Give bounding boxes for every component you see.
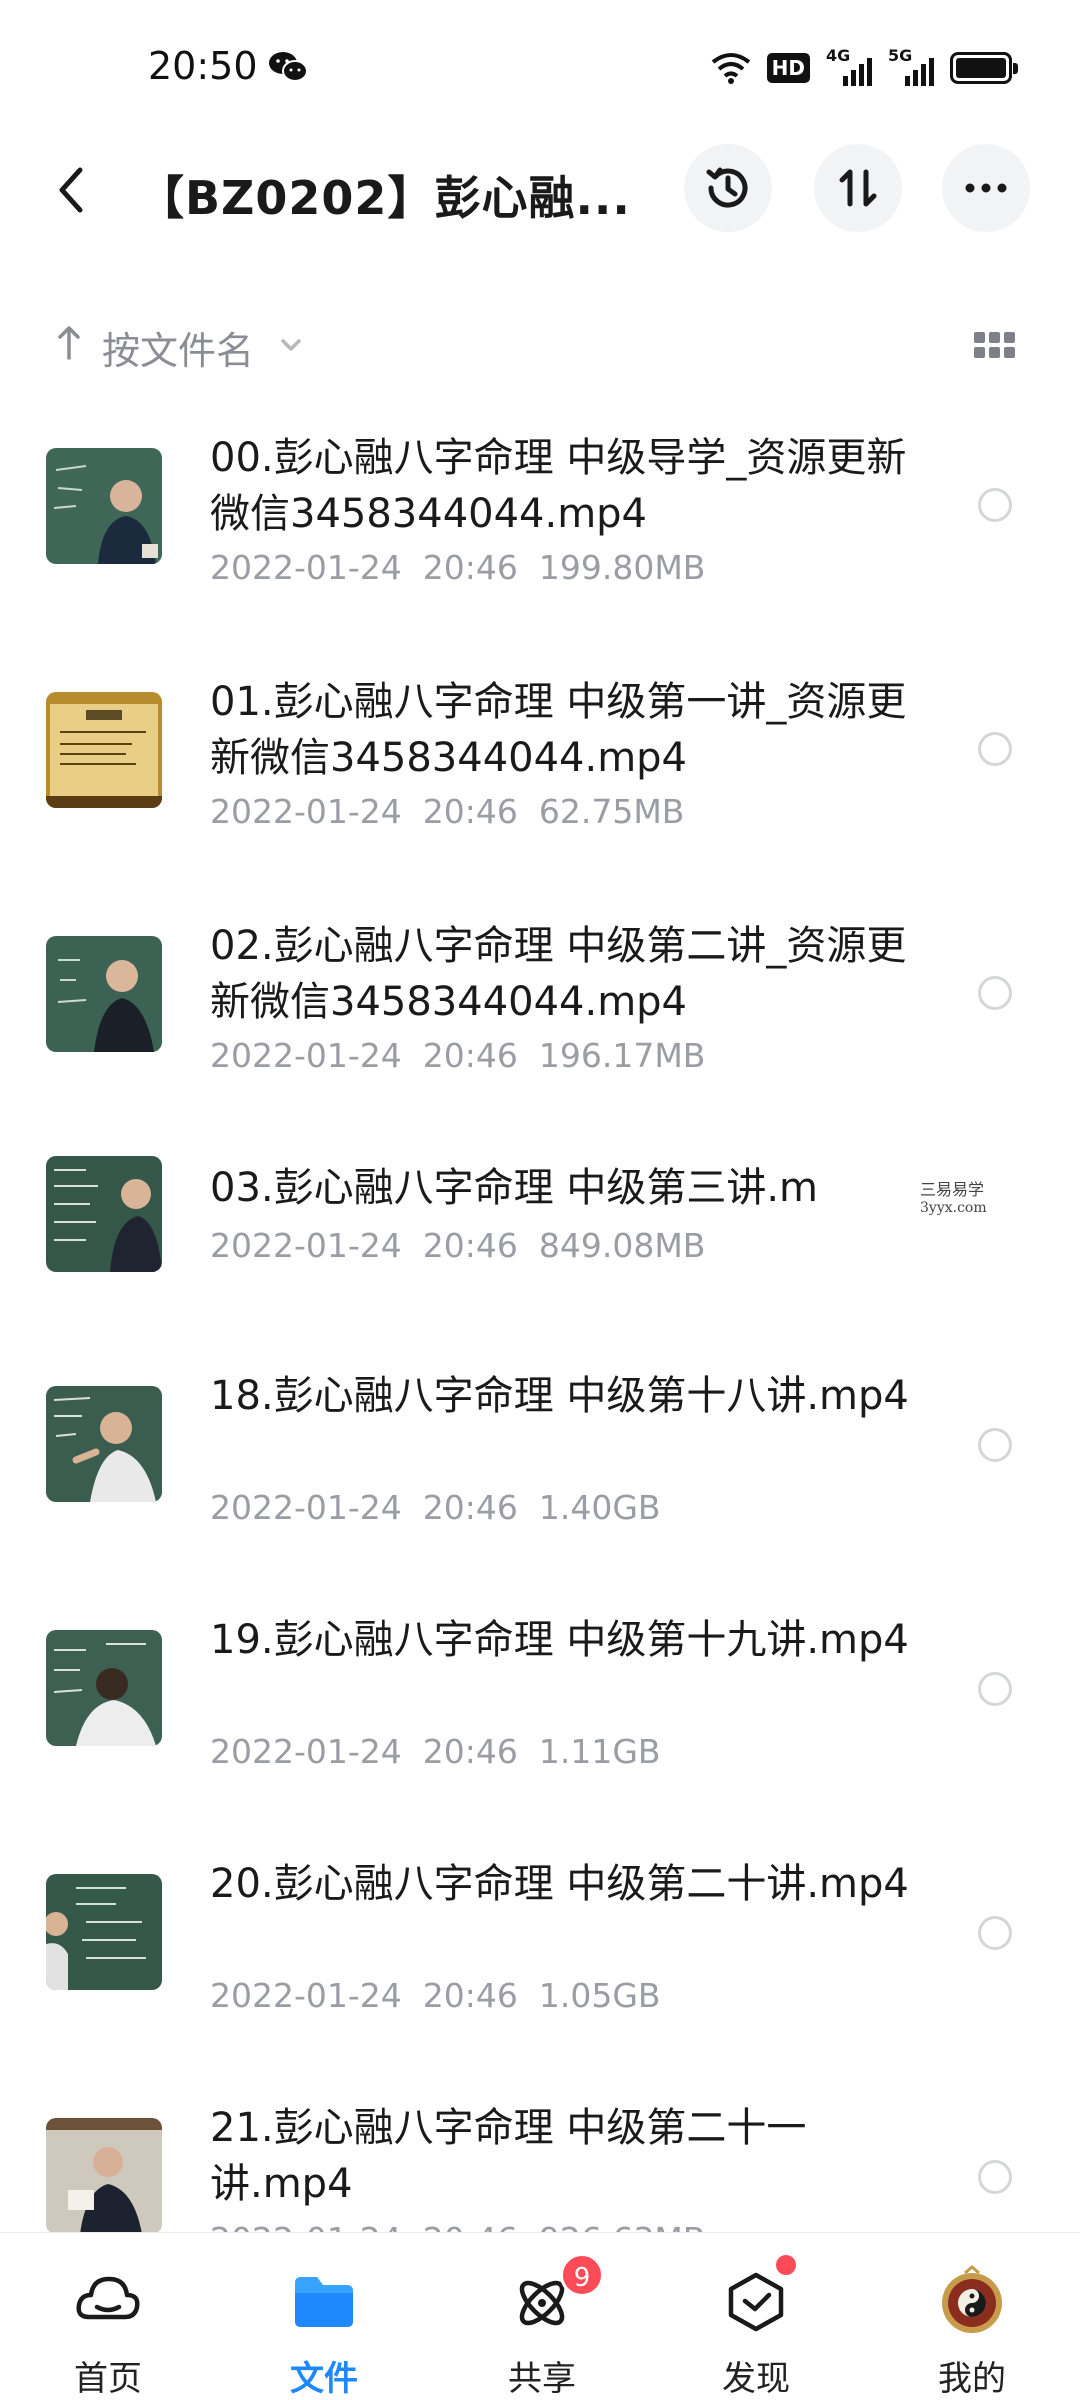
notification-badge: 9 [560,2253,604,2297]
file-size: 1.40GB [538,1488,661,1527]
file-size: 1.11GB [538,1732,661,1771]
chevron-down-icon[interactable] [280,338,302,352]
file-name: 18.彭心融八字命理 中级第十八讲.mp4 [210,1373,909,1419]
list-item[interactable]: 02.彭心融八字命理 中级第二讲_资源更新微信3458344044.mp4 20… [0,898,1080,1138]
file-date: 2022-01-24 20:46 [210,1976,518,2015]
list-item[interactable]: 01.彭心融八字命理 中级第一讲_资源更新微信3458344044.mp4 20… [0,654,1080,894]
hd-icon: HD [766,53,810,83]
select-checkbox[interactable] [978,976,1012,1010]
file-date: 2022-01-24 20:46 [210,792,518,831]
nav-home[interactable]: 首页 [38,2233,178,2400]
page-title: 【BZ0202】彭心融... [138,171,631,225]
file-meta: 2022-01-24 20:46 1.05GB [210,1976,661,2015]
nav-discover[interactable]: 发现 [686,2233,826,2400]
avatar-icon [942,2265,1002,2333]
file-name: 01.彭心融八字命理 中级第一讲_资源更新微信3458344044.mp4 [210,679,907,781]
list-item[interactable]: 19.彭心融八字命理 中级第十九讲.mp4 2022-01-24 20:46 1… [0,1602,1080,1842]
file-meta: 2022-01-24 20:46 1.40GB [210,1488,661,1527]
file-name: 20.彭心融八字命理 中级第二十讲.mp4 [210,1861,909,1907]
select-checkbox[interactable] [978,488,1012,522]
file-size: 1.05GB [538,1976,661,2015]
status-time: 20:50 [148,44,258,88]
status-bar: 20:50 HD 4G 5G [0,0,1080,130]
back-icon [59,167,83,213]
discover-box-icon [728,2272,784,2332]
bottom-nav: 首页 文件 9 共享 发现 我的 [0,2232,1080,2400]
nav-files[interactable]: 文件 [254,2233,394,2400]
history-button[interactable] [684,144,772,232]
list-item[interactable]: 00.彭心融八字命理 中级导学_资源更新微信3458344044.mp4 202… [0,410,1080,650]
nav-mine[interactable]: 我的 [902,2233,1042,2400]
nav-share[interactable]: 9 共享 [472,2233,612,2400]
history-icon [706,167,748,208]
file-date: 2022-01-24 20:46 [210,1226,518,1265]
more-button[interactable] [942,144,1030,232]
file-size: 199.80MB [538,548,706,587]
select-checkbox[interactable] [978,2160,1012,2194]
file-meta: 2022-01-24 20:46 1.11GB [210,1732,661,1771]
notification-dot [776,2255,796,2275]
select-checkbox[interactable] [978,732,1012,766]
home-cloud-icon [76,2276,140,2320]
sort-order-button[interactable] [814,144,902,232]
file-meta: 2022-01-24 20:46 62.75MB [210,792,684,831]
video-thumbnail [46,1874,162,1990]
watermark: 三易易学 3yyx.com [920,1180,987,1216]
sort-icon [839,169,877,207]
status-icons: HD 4G 5G [711,46,1018,88]
file-meta: 2022-01-24 20:46 196.17MB [210,1036,705,1075]
list-item[interactable]: 20.彭心融八字命理 中级第二十讲.mp4 2022-01-24 20:46 1… [0,1846,1080,2086]
file-size: 196.17MB [538,1036,706,1075]
battery-icon [950,52,1018,84]
4g-signal-icon: 4G [826,46,872,86]
sort-bar: 按文件名 [0,308,1080,384]
nav-label: 发现 [722,2359,790,2399]
file-name: 02.彭心融八字命理 中级第二讲_资源更新微信3458344044.mp4 [210,923,907,1025]
file-name: 00.彭心融八字命理 中级导学_资源更新微信3458344044.mp4 [210,435,907,537]
select-checkbox[interactable] [978,1916,1012,1950]
list-item[interactable]: 21.彭心融八字命理 中级第二十一讲.mp4 2022-01-24 20:46 … [0,2090,1080,2259]
sort-up-arrow-icon[interactable] [56,324,82,360]
file-size: 62.75MB [538,792,685,831]
file-meta: 2022-01-24 20:46 849.08MB [210,1226,705,1265]
select-checkbox[interactable] [978,1672,1012,1706]
back-button[interactable] [46,160,96,220]
file-date: 2022-01-24 20:46 [210,1732,518,1771]
sort-by-name-label[interactable]: 按文件名 [102,320,254,375]
wifi-icon [711,53,750,84]
grid-view-icon[interactable] [974,332,1015,360]
file-date: 2022-01-24 20:46 [210,1488,518,1527]
folder-icon [295,2277,353,2327]
video-thumbnail [46,936,162,1052]
file-date: 2022-01-24 20:46 [210,1036,518,1075]
file-name: 19.彭心融八字命理 中级第十九讲.mp4 [210,1617,909,1663]
nav-label: 共享 [508,2359,576,2399]
file-meta: 2022-01-24 20:46 199.80MB [210,548,705,587]
file-date: 2022-01-24 20:46 [210,548,518,587]
more-icon [965,183,1007,193]
video-thumbnail [46,1156,162,1272]
nav-label: 首页 [74,2359,142,2399]
video-thumbnail [46,2118,162,2234]
list-item[interactable]: 18.彭心融八字命理 中级第十八讲.mp4 2022-01-24 20:46 1… [0,1358,1080,1598]
video-thumbnail [46,692,162,808]
file-name: 21.彭心融八字命理 中级第二十一讲.mp4 [210,2105,807,2207]
select-checkbox[interactable] [978,1428,1012,1462]
video-thumbnail [46,1386,162,1502]
5g-signal-icon: 5G [888,46,934,86]
nav-label: 文件 [290,2359,358,2399]
wechat-icon [269,52,308,82]
nav-label: 我的 [938,2359,1006,2399]
video-thumbnail [46,1630,162,1746]
video-thumbnail [46,448,162,564]
file-size: 849.08MB [538,1226,706,1265]
header: 【BZ0202】彭心融... [0,130,1080,250]
